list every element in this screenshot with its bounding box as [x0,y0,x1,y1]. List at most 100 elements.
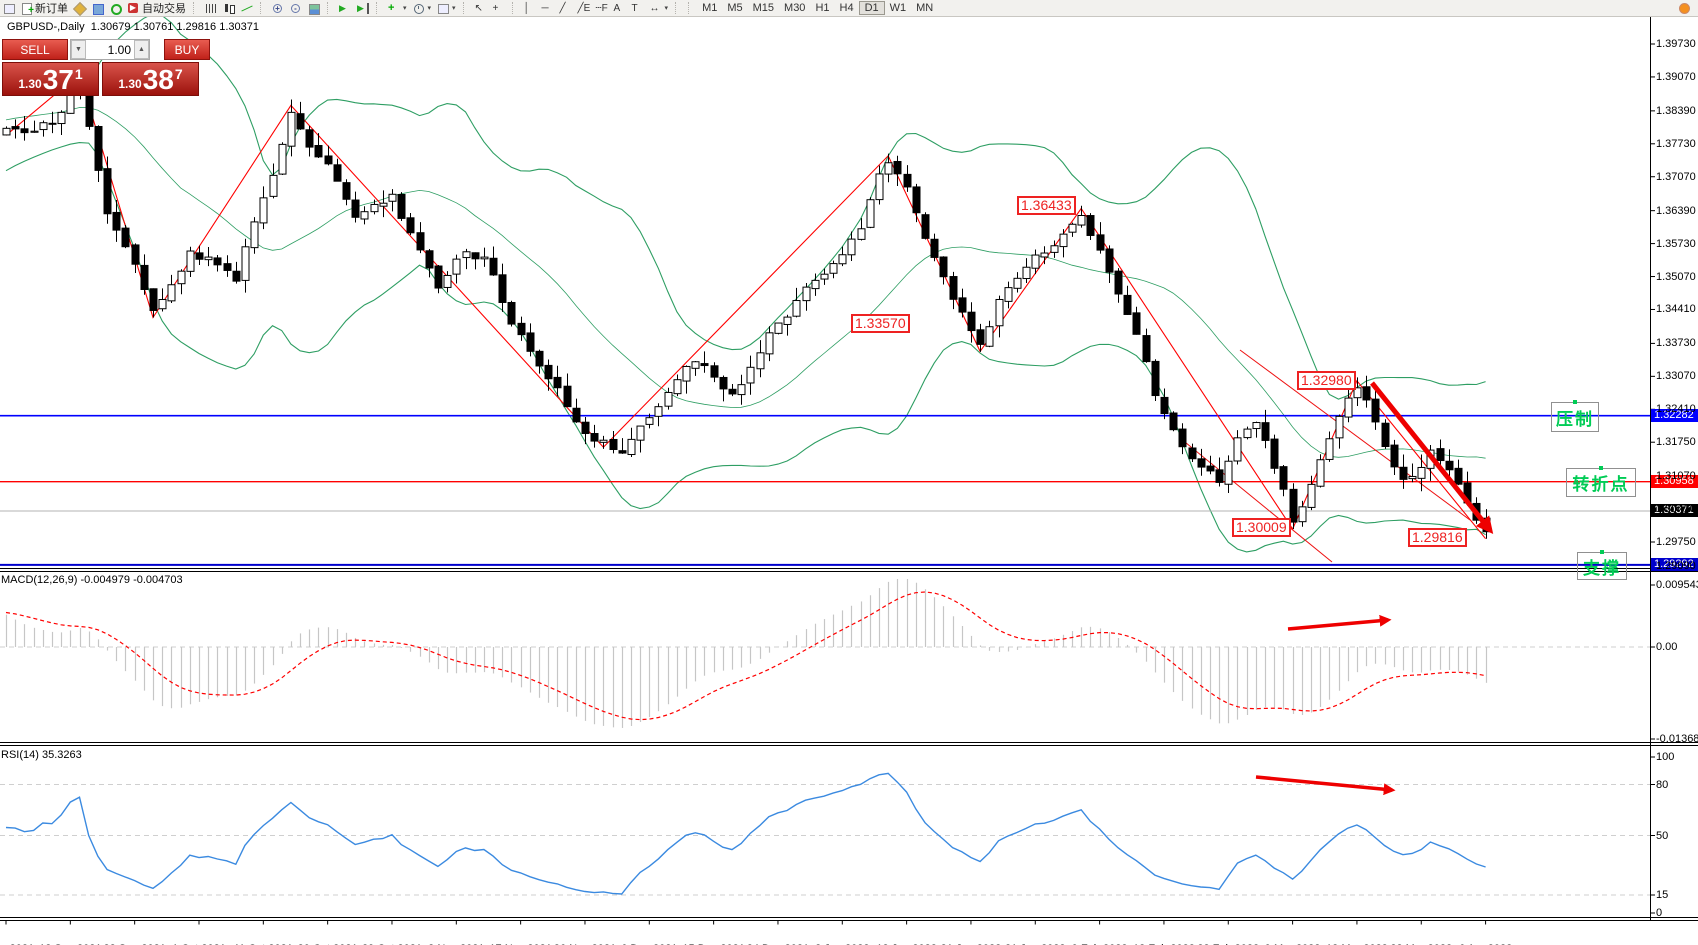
tile-windows-icon[interactable] [305,1,323,15]
auto-trading-button[interactable]: ▶自动交易 [125,1,189,15]
market-depth-icon [92,3,104,14]
ohlc-values: 1.30679 1.30761 1.29816 1.30371 [91,21,259,33]
timeframe-d1[interactable]: D1 [859,1,885,15]
zoom-in-icon[interactable]: + [269,1,287,15]
channel-icon[interactable]: ╱E [575,1,593,15]
crosshair-icon[interactable]: + [490,1,508,15]
timeframe-w1[interactable]: W1 [885,1,912,15]
timeframe-h1[interactable]: H1 [810,1,834,15]
volume-spinner: ▼ ▲ [70,39,150,60]
price-annotation-1.32980[interactable]: 1.32980 [1297,371,1356,390]
main-chart-layer [0,17,1650,565]
price-axis-tick: 1.37070 [1656,171,1696,183]
rsi-axis-tick: 80 [1656,779,1668,791]
timeframe-mn[interactable]: MN [911,1,938,15]
timeframe-m5[interactable]: M5 [722,1,747,15]
text-icon[interactable]: A [611,1,629,15]
new-order-button-label: 新订单 [35,0,68,16]
toolbar-separator [675,2,681,14]
line-chart-icon[interactable] [238,1,256,15]
rsi-arrow[interactable] [1256,777,1392,790]
macd-axis-tick: 0.00 [1656,641,1677,653]
toolbar: +新订单▶自动交易+-▶▶+▾▾▾↖+│─╱╱E┄FAT↔▾M1M5M15M30… [0,0,1698,17]
zoom-out-icon: - [290,3,302,14]
sell-price-big: 37 [43,66,74,94]
notification-icon[interactable] [1679,3,1690,14]
new-order-button: + [21,3,33,14]
price-axis-tick: 1.39730 [1656,38,1696,50]
sell-quote[interactable]: 1.30 37 1 [2,62,99,96]
indicators-icon[interactable]: +▾ [385,1,410,15]
timeframe-m15[interactable]: M15 [748,1,779,15]
sell-price-sup: 1 [75,66,83,82]
chart-window-icon[interactable] [0,1,18,15]
auto-scroll-icon[interactable]: ▶ [336,1,354,15]
price-axis-tick: 1.35730 [1656,238,1696,250]
cursor-icon[interactable]: ↖ [472,1,490,15]
arrows-icon: ↔ [650,3,662,14]
pivot-line-label[interactable]: 转折点 [1566,468,1636,497]
main-down-arrow[interactable] [1372,383,1490,530]
templates-icon[interactable]: ▾ [434,1,459,15]
price-annotation-1.29816[interactable]: 1.29816 [1408,528,1467,547]
bollinger-band-m [6,108,1486,459]
trendline-icon[interactable]: ╱ [557,1,575,15]
volume-input[interactable] [86,42,134,58]
fibonacci-icon[interactable]: ┄F [593,1,611,15]
sell-button[interactable]: SELL [2,39,68,60]
chart-shift-icon: ▶ [357,3,369,14]
rsi-axis-tick: 15 [1656,889,1668,901]
tile-windows-icon [308,3,320,14]
price-annotation-1.36433[interactable]: 1.36433 [1017,196,1076,215]
chart-canvas [0,17,1698,945]
price-axis-tick: 1.29090 [1656,560,1696,572]
price-axis-tick: 1.30410 [1656,503,1696,515]
volume-down-button[interactable]: ▼ [71,40,86,59]
timeframe-h4[interactable]: H4 [835,1,859,15]
new-order-button[interactable]: +新订单 [18,1,71,15]
support-line-label[interactable]: 支撑 [1577,552,1627,580]
bar-chart-icon[interactable] [202,1,220,15]
vline-icon[interactable]: │ [521,1,539,15]
toolbar-separator [463,2,469,14]
price-axis-tick: 1.32410 [1656,403,1696,415]
vline-icon: │ [524,3,536,14]
styler-icon[interactable] [71,1,89,15]
buy-quote[interactable]: 1.30 38 7 [102,62,199,96]
zoom-out-icon[interactable]: - [287,1,305,15]
rsi-line [6,773,1486,894]
toolbar-separator [688,2,694,14]
market-depth-icon[interactable] [89,1,107,15]
macd-arrow[interactable] [1288,620,1388,629]
resistance-line-label[interactable]: 压制 [1551,402,1599,432]
label-icon[interactable]: T [629,1,647,15]
rsi-label: RSI(14) 35.3263 [1,749,82,761]
candlestick-chart-icon[interactable] [220,1,238,15]
text-icon: A [614,3,626,14]
auto-trading-button-label: 自动交易 [142,0,186,16]
timeframe-m1[interactable]: M1 [697,1,722,15]
price-annotation-1.30009[interactable]: 1.30009 [1232,518,1291,537]
timeframe-m30[interactable]: M30 [779,1,810,15]
chart-window: GBPUSD-,Daily 1.30679 1.30761 1.29816 1.… [0,17,1698,945]
volume-up-button[interactable]: ▲ [134,40,149,59]
price-annotation-1.33570[interactable]: 1.33570 [851,314,910,333]
line-chart-icon [241,3,253,14]
zigzag-indicator[interactable] [6,74,1486,539]
price-axis-tick: 1.34410 [1656,303,1696,315]
bollinger-band-u [6,17,1486,399]
chevron-down-icon: ▾ [452,4,456,12]
chart-shift-icon[interactable]: ▶ [354,1,372,15]
hline-icon[interactable]: ─ [539,1,557,15]
candlestick-chart-icon [223,3,235,14]
buy-button[interactable]: BUY [164,39,210,60]
price-axis-tick: 1.39070 [1656,71,1696,83]
arrows-icon[interactable]: ↔▾ [647,1,672,15]
chart-window-icon [3,3,15,14]
signals-icon[interactable] [107,1,125,15]
periods-icon[interactable]: ▾ [410,1,435,15]
quote-row: 1.30 37 1 1.30 38 7 [2,62,213,96]
price-axis-tick: 1.29750 [1656,536,1696,548]
price-axis-tick: 1.35070 [1656,271,1696,283]
signals-icon [110,3,122,14]
